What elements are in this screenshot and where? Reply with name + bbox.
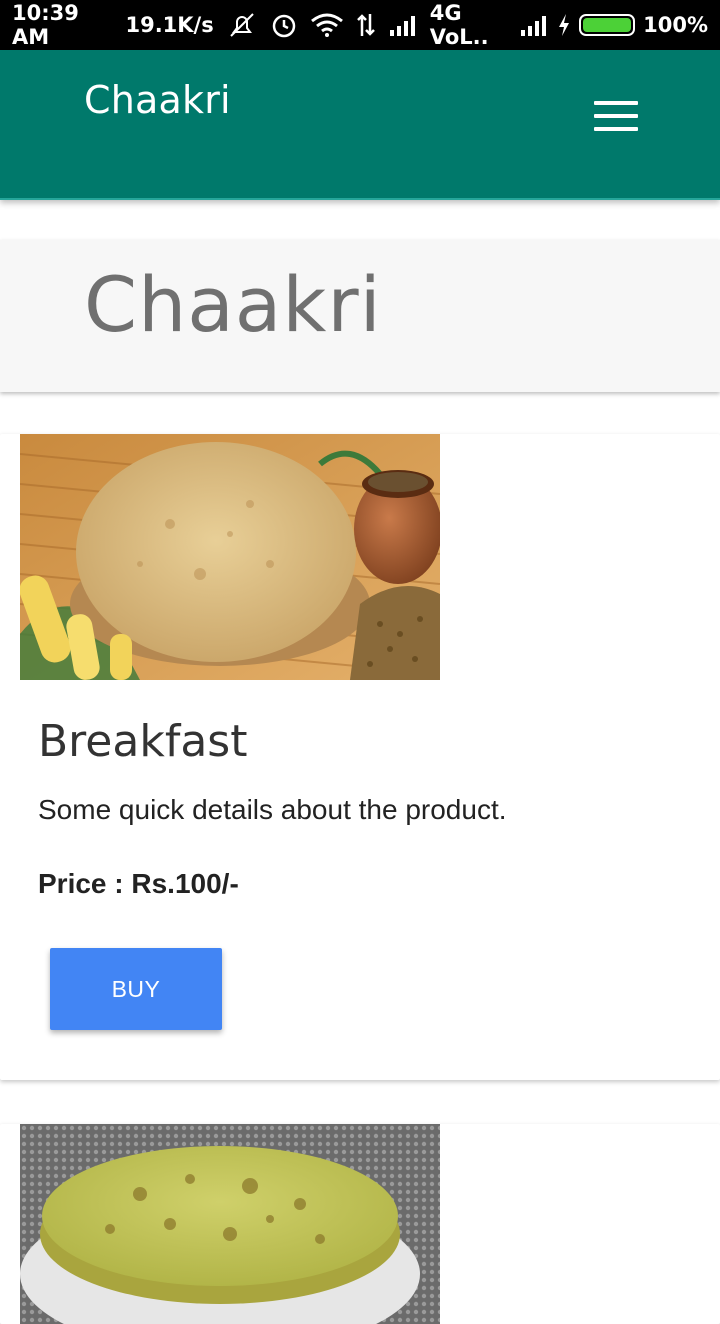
battery-percent: 100% [643,13,708,37]
wifi-icon [310,13,344,37]
signal-icon [388,14,418,36]
status-speed: 19.1K/s [125,13,214,37]
brand-title[interactable]: Chaakri [84,78,231,122]
network-type: 4G VoL.. [429,1,489,49]
product-image [20,1124,440,1324]
page-header: Chaakri [0,240,720,392]
product-details: Some quick details about the product. [38,794,507,825]
data-transfer-icon [356,12,376,38]
signal-icon-2 [519,14,549,36]
hamburger-menu-icon[interactable] [586,94,646,138]
battery-icon [579,14,636,36]
product-price: Price : Rs.100/- [38,868,239,899]
app-bar: Chaakri [0,50,720,200]
product-title: Breakfast [38,716,248,767]
charging-icon [557,13,571,37]
status-bar: 10:39 AM 19.1K/s 4G VoL.. 100% [0,0,720,50]
product-card [0,1124,720,1324]
product-image [20,434,440,680]
mute-icon [226,12,258,38]
page-title: Chaakri [84,260,382,349]
alarm-icon [270,11,298,39]
buy-button[interactable]: BUY [50,948,222,1030]
status-time: 10:39 AM [12,1,79,49]
product-card: Breakfast Some quick details about the p… [0,434,720,1080]
